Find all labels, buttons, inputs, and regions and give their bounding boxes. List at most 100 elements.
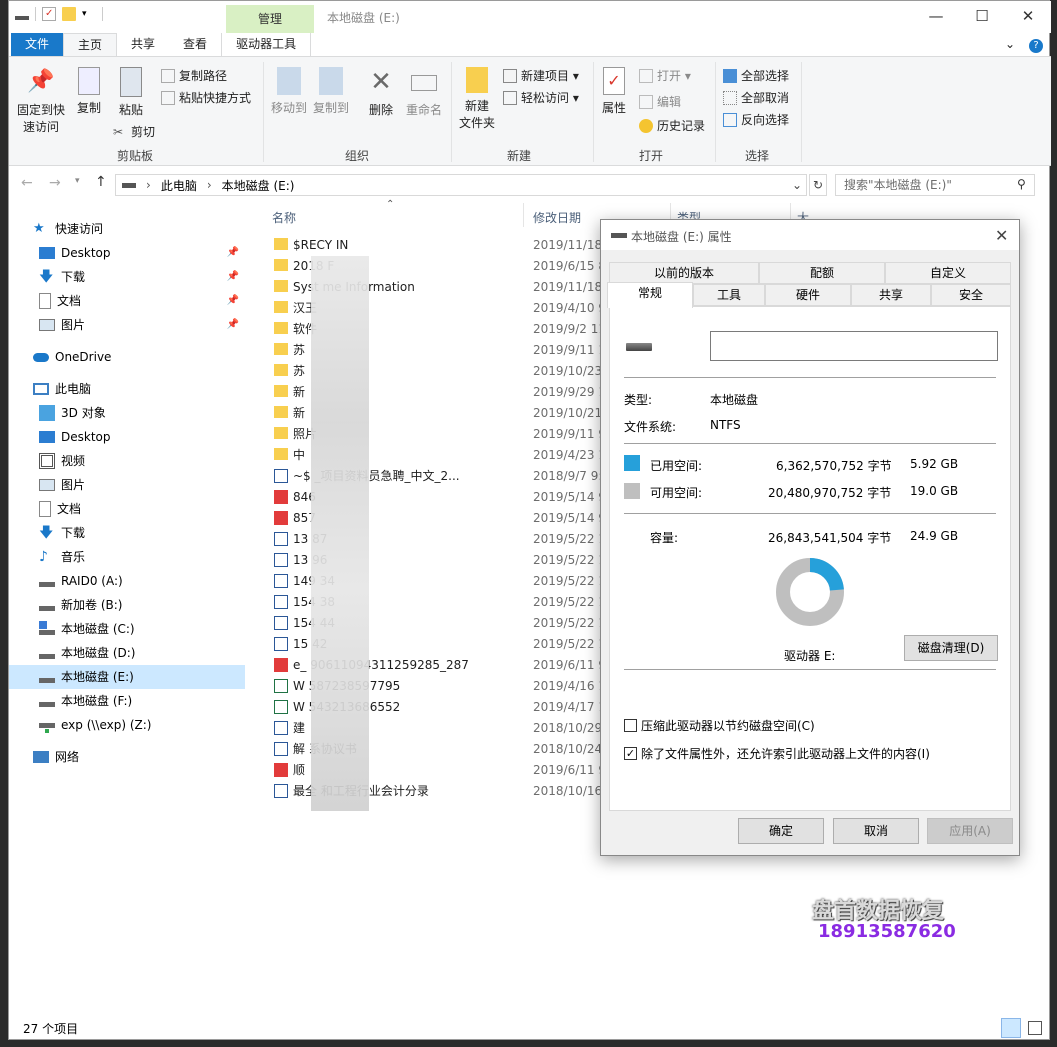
disk-cleanup-button[interactable]: 磁盘清理(D) [904, 635, 998, 661]
move-to-button[interactable]: 移动到 [271, 67, 307, 116]
pin-icon[interactable]: 📌 [227, 289, 239, 313]
details-view-icon[interactable] [1001, 1018, 1021, 1038]
breadcrumb-separator-icon[interactable]: › [146, 178, 151, 192]
drive-icon [39, 669, 55, 685]
nav-downloads-pc[interactable]: 🡇 下载 [9, 521, 245, 545]
nav-documents[interactable]: 文档 📌 [9, 289, 245, 313]
history-button[interactable]: 历史记录 [639, 117, 705, 134]
nav-pictures-pc[interactable]: 图片 [9, 473, 245, 497]
tab-customize[interactable]: 自定义 [885, 262, 1011, 284]
up-arrow-icon[interactable]: ↑ [95, 174, 107, 190]
tab-hardware[interactable]: 硬件 [765, 284, 851, 306]
tab-drive-tools[interactable]: 驱动器工具 [221, 33, 312, 56]
edit-button[interactable]: 编辑 [639, 93, 681, 110]
minimize-button[interactable]: — [913, 1, 959, 31]
compress-checkbox[interactable] [624, 719, 637, 732]
breadcrumb-drive-e[interactable]: 本地磁盘 (E:) [222, 177, 295, 194]
easy-access-button[interactable]: 轻松访问 ▾ [503, 89, 579, 106]
new-folder-button[interactable]: 新建 文件夹 [457, 67, 497, 131]
select-all-button[interactable]: 全部选择 [723, 67, 789, 84]
address-dropdown-chevron-icon[interactable]: ⌄ [792, 178, 806, 192]
cut-button[interactable]: ✂ 剪切 [113, 123, 155, 140]
pin-icon[interactable]: 📌 [227, 241, 239, 265]
paste-button[interactable]: 粘贴 [113, 67, 149, 118]
properties-icon[interactable]: ✓ [42, 7, 56, 21]
tab-quota[interactable]: 配额 [759, 262, 885, 284]
nav-pictures[interactable]: 图片 📌 [9, 313, 245, 337]
new-folder-icon[interactable] [62, 7, 76, 21]
nav-drive-f[interactable]: 本地磁盘 (F:) [9, 689, 245, 713]
nav-downloads[interactable]: 🡇 下载 📌 [9, 265, 245, 289]
nav-drive-b[interactable]: 新加卷 (B:) [9, 593, 245, 617]
file-date: 2019/9/11 9: [533, 426, 611, 441]
rename-button[interactable]: 重命名 [403, 67, 445, 118]
breadcrumb-separator-icon[interactable]: › [207, 178, 212, 192]
column-header-date[interactable]: 修改日期 [533, 209, 581, 226]
refresh-icon[interactable]: ↻ [809, 174, 827, 196]
tab-sharing[interactable]: 共享 [851, 284, 931, 306]
nav-desktop[interactable]: Desktop 📌 [9, 241, 245, 265]
tab-share[interactable]: 共享 [117, 33, 169, 56]
paste-shortcut-button[interactable]: 粘贴快捷方式 [161, 89, 251, 106]
nav-drive-d[interactable]: 本地磁盘 (D:) [9, 641, 245, 665]
nav-drive-c[interactable]: 本地磁盘 (C:) [9, 617, 245, 641]
maximize-button[interactable]: ☐ [959, 1, 1005, 31]
nav-drive-a[interactable]: RAID0 (A:) [9, 569, 245, 593]
nav-this-pc[interactable]: 此电脑 [9, 377, 245, 401]
copy-button[interactable]: 复制 [71, 67, 107, 116]
breadcrumb-this-pc[interactable]: 此电脑 [161, 177, 197, 194]
index-checkbox[interactable]: ✓ [624, 747, 637, 760]
forward-arrow-icon[interactable]: → [49, 175, 61, 191]
nav-drive-z[interactable]: exp (\\exp) (Z:) [9, 713, 245, 737]
volume-label-input[interactable] [710, 331, 998, 361]
tab-view[interactable]: 查看 [169, 33, 221, 56]
tab-previous-versions[interactable]: 以前的版本 [609, 262, 759, 284]
excel-document-icon [274, 699, 288, 714]
drive-icon[interactable] [15, 7, 29, 21]
compress-option[interactable]: 压缩此驱动器以节约磁盘空间(C) [624, 717, 815, 734]
recent-locations-chevron-icon[interactable]: ▾ [75, 176, 80, 186]
new-item-button[interactable]: 新建项目 ▾ [503, 67, 579, 84]
search-input[interactable]: 搜索"本地磁盘 (E:)" [835, 174, 1035, 196]
tab-tools[interactable]: 工具 [693, 284, 765, 306]
nav-videos[interactable]: 视频 [9, 449, 245, 473]
nav-network[interactable]: 网络 [9, 745, 245, 769]
pin-quick-access-button[interactable]: 📌 固定到快 速访问 [15, 67, 67, 135]
nav-music[interactable]: ♪ 音乐 [9, 545, 245, 569]
select-none-button[interactable]: 全部取消 [723, 89, 789, 106]
nav-3d-objects[interactable]: 3D 对象 [9, 401, 245, 425]
nav-desktop-pc[interactable]: Desktop [9, 425, 245, 449]
column-divider[interactable] [523, 203, 524, 227]
apply-button[interactable]: 应用(A) [927, 818, 1013, 844]
copy-to-button[interactable]: 复制到 [313, 67, 349, 116]
open-button[interactable]: 打开 ▾ [639, 67, 691, 84]
column-header-name[interactable]: 名称 [272, 209, 296, 226]
delete-button[interactable]: ✕ 删除 [365, 67, 397, 118]
nav-documents-pc[interactable]: 文档 [9, 497, 245, 521]
nav-label: 3D 对象 [61, 406, 106, 420]
ok-button[interactable]: 确定 [738, 818, 824, 844]
pin-icon[interactable]: 📌 [227, 313, 239, 337]
ribbon-expand-icon[interactable]: ⌄ [999, 33, 1021, 56]
invert-selection-button[interactable]: 反向选择 [723, 111, 789, 128]
index-option[interactable]: ✓ 除了文件属性外，还允许索引此驱动器上文件的内容(I) [624, 745, 930, 762]
manage-context-tab[interactable]: 管理 [226, 5, 314, 33]
nav-onedrive[interactable]: OneDrive [9, 345, 245, 369]
tab-security[interactable]: 安全 [931, 284, 1011, 306]
tab-home[interactable]: 主页 [63, 33, 118, 56]
back-arrow-icon[interactable]: ← [21, 175, 33, 191]
cancel-button[interactable]: 取消 [833, 818, 919, 844]
close-button[interactable]: ✕ [1005, 1, 1051, 31]
copy-path-button[interactable]: 复制路径 [161, 67, 227, 84]
pin-icon[interactable]: 📌 [227, 265, 239, 289]
tab-file[interactable]: 文件 [11, 33, 64, 56]
large-icons-view-icon[interactable] [1025, 1018, 1045, 1038]
tab-general[interactable]: 常规 [607, 282, 693, 308]
properties-button[interactable]: ✓ 属性 [597, 67, 631, 116]
nav-drive-e[interactable]: 本地磁盘 (E:) [9, 665, 245, 689]
dialog-close-icon[interactable]: ✕ [995, 226, 1008, 245]
address-box[interactable]: › 此电脑 › 本地磁盘 (E:) ⌄ [115, 174, 807, 196]
nav-quick-access[interactable]: ★ 快速访问 [9, 217, 245, 241]
help-icon[interactable]: ? [1021, 33, 1051, 56]
customize-qat-icon[interactable]: ▾ [82, 7, 96, 21]
